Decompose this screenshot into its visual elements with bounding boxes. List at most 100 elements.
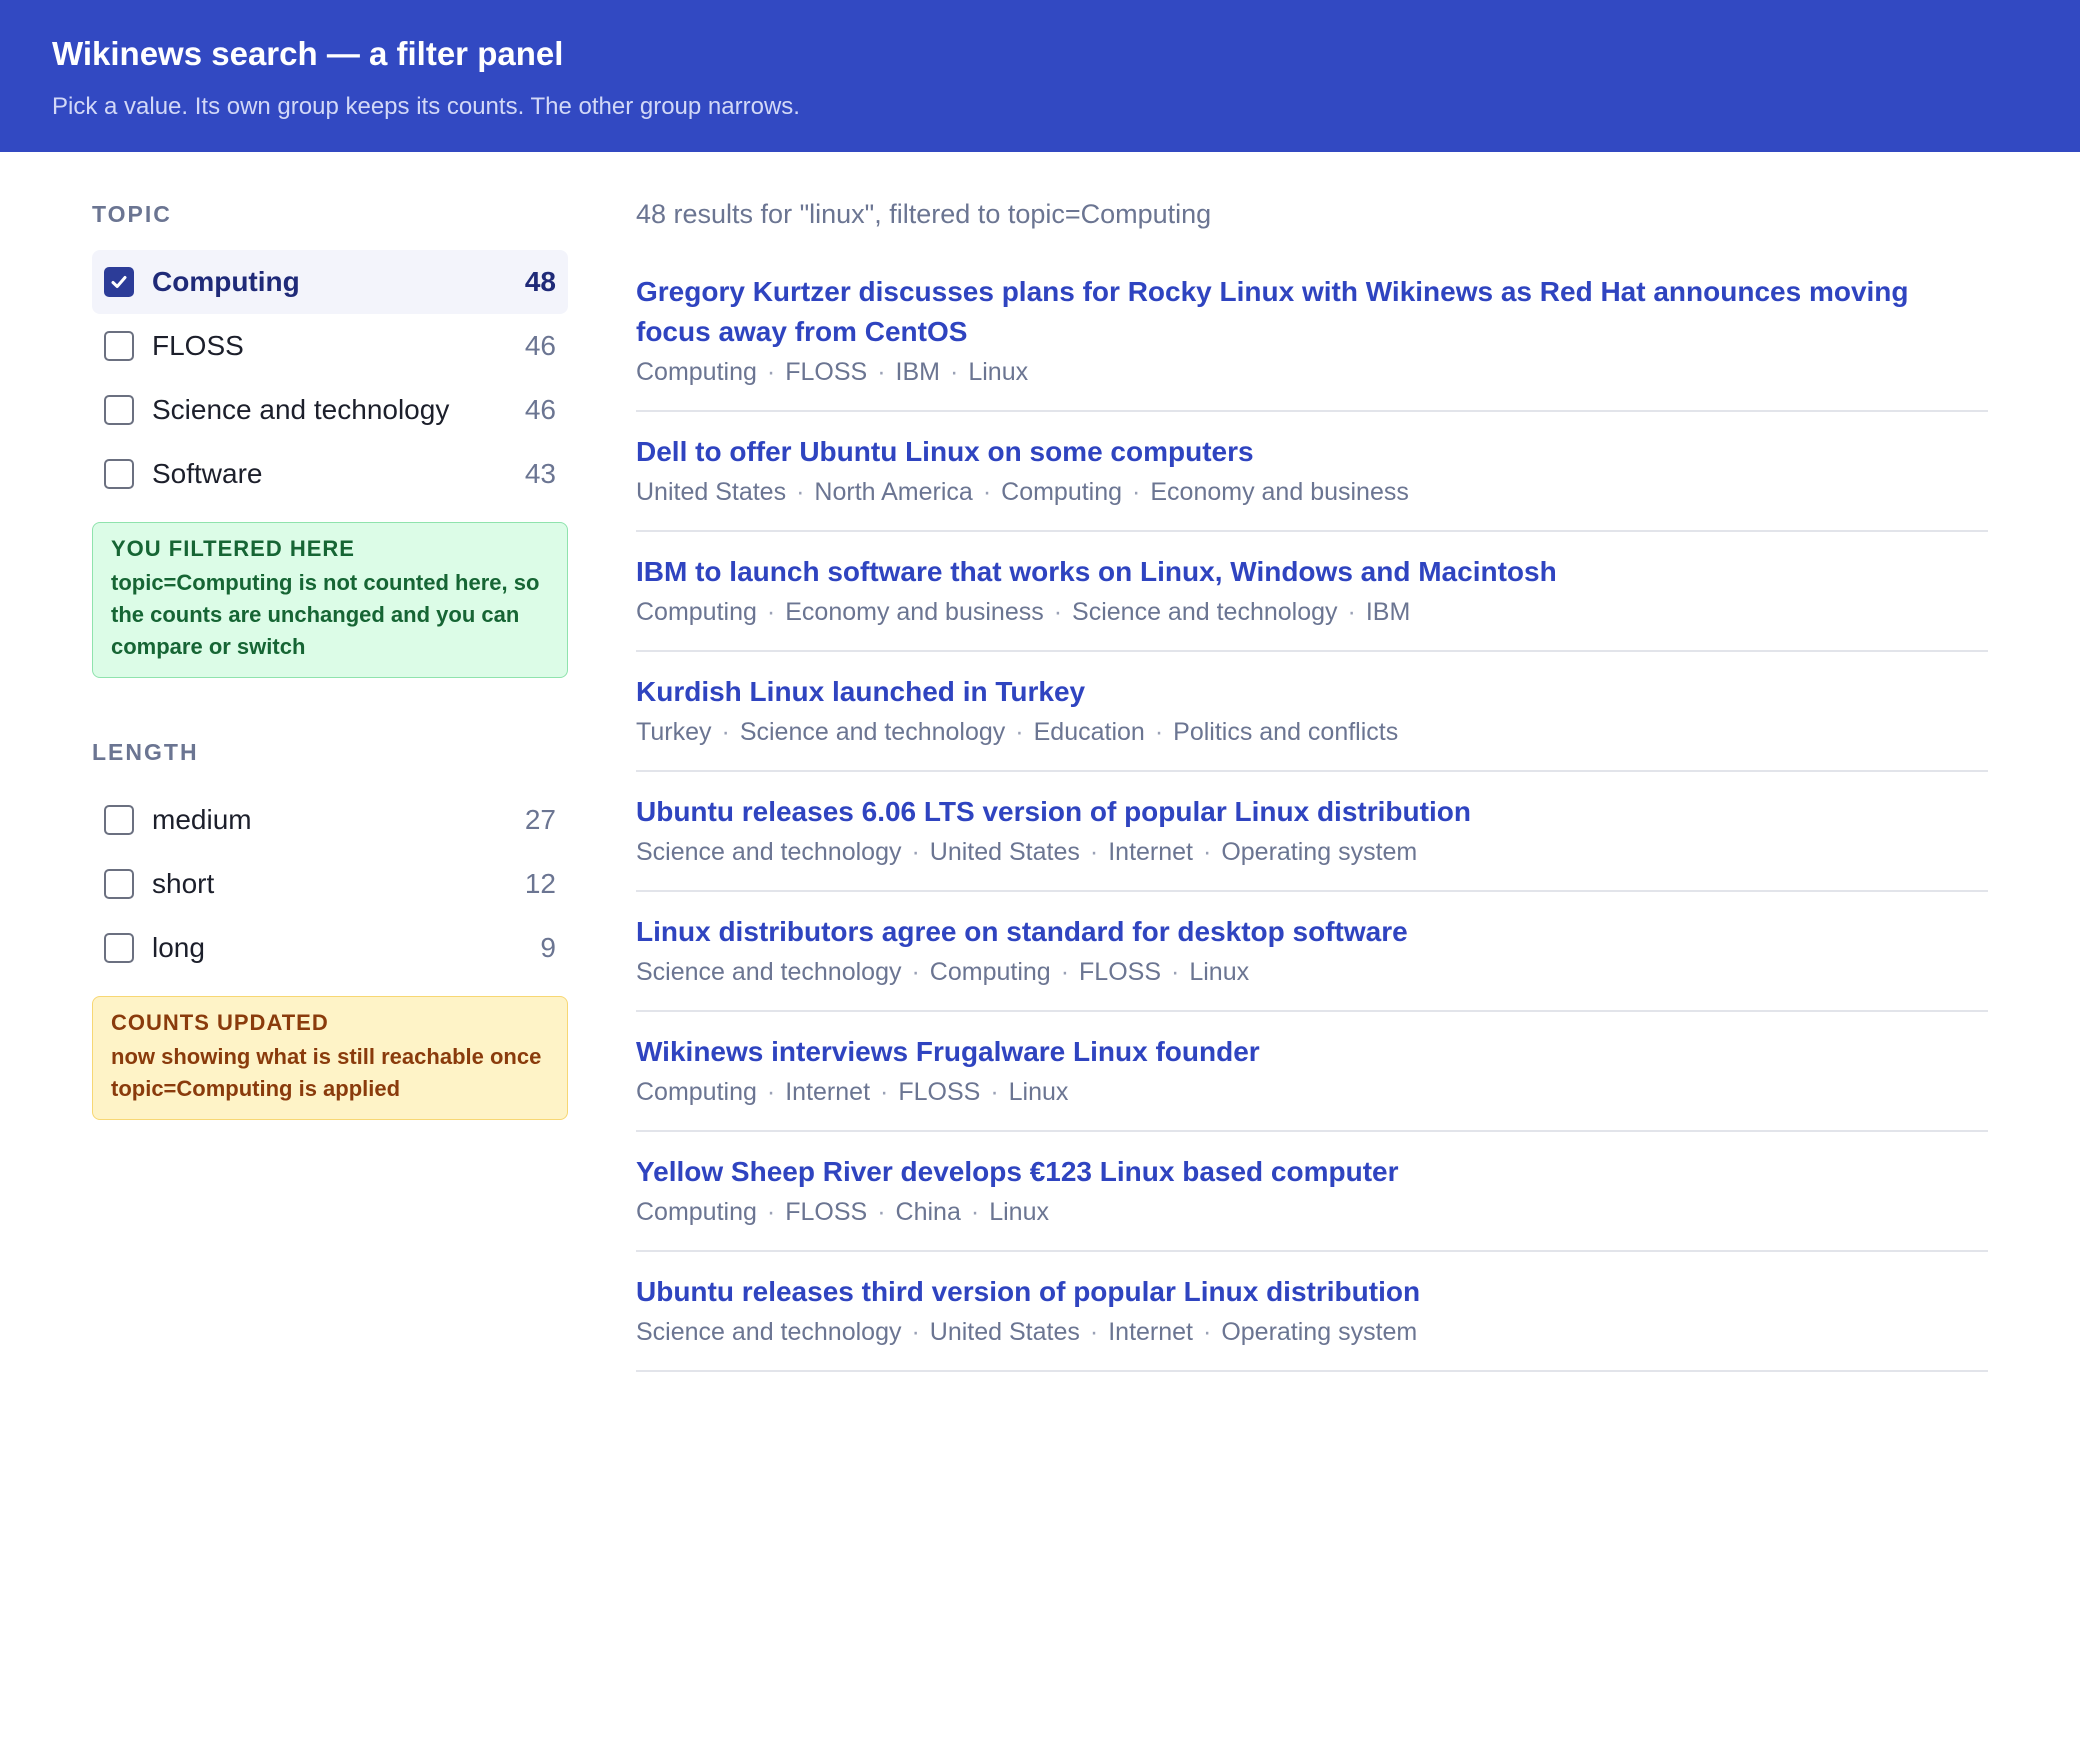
- tag-separator: ·: [911, 1318, 920, 1346]
- facet-count: 43: [524, 458, 556, 489]
- result-item: IBM to launch software that works on Lin…: [636, 552, 1988, 652]
- note-body: now showing what is still reachable once…: [111, 1044, 542, 1101]
- checkbox[interactable]: [104, 805, 134, 835]
- facet-option-computing[interactable]: Computing 48: [92, 250, 568, 314]
- facet-count: 48: [524, 266, 556, 297]
- result-tags: Science and technology · United States · Int…: [636, 834, 1988, 870]
- checkbox[interactable]: [104, 933, 134, 963]
- facet-count: 46: [524, 394, 556, 425]
- result-tag: North America: [814, 478, 973, 506]
- facet-option-long[interactable]: long 9: [92, 916, 568, 980]
- facet-option-medium[interactable]: medium 27: [92, 788, 568, 852]
- facet-count: 46: [524, 330, 556, 361]
- result-item: Gregory Kurtzer discusses plans for Rock…: [636, 272, 1988, 412]
- tag-separator: ·: [990, 1078, 999, 1106]
- result-tag: United States: [929, 1318, 1080, 1346]
- result-tag: Science and technology: [739, 718, 1006, 746]
- result-tag: Computing: [636, 1078, 757, 1106]
- result-summary: 48 results for "linux", filtered to topi…: [636, 199, 1212, 229]
- tag-separator: ·: [877, 1198, 886, 1226]
- tag-separator: ·: [1171, 958, 1180, 986]
- result-tag: FLOSS: [1079, 958, 1162, 986]
- tag-separator: ·: [1154, 718, 1164, 746]
- result-tags: Computing · FLOSS · China · Linux: [636, 1194, 1988, 1230]
- result-tags: Computing · FLOSS · IBM · Linux: [636, 354, 1988, 390]
- result-tag: FLOSS: [785, 358, 868, 386]
- result-tag: China: [895, 1198, 961, 1226]
- result-title-link[interactable]: Linux distributors agree on standard for…: [636, 912, 1988, 952]
- result-tag: Computing: [636, 358, 757, 386]
- result-item: Kurdish Linux launched in Turkey Turkey · S…: [636, 672, 1988, 772]
- facet-option-floss[interactable]: FLOSS 46: [92, 314, 568, 378]
- checkbox[interactable]: [104, 459, 134, 489]
- result-title-link[interactable]: Ubuntu releases 6.06 LTS version of popu…: [636, 792, 1988, 832]
- result-tag: Linux: [968, 358, 1029, 386]
- result-tags: Turkey · Science and technology · Education ·…: [636, 714, 1988, 750]
- result-item: Yellow Sheep River develops €123 Linux b…: [636, 1152, 1988, 1252]
- result-tag: IBM: [1365, 598, 1411, 626]
- tag-separator: ·: [911, 838, 920, 866]
- tag-separator: ·: [766, 1078, 776, 1106]
- tag-separator: ·: [1053, 598, 1063, 626]
- facet-option-software[interactable]: Software 43: [92, 442, 568, 506]
- facet-label: Science and technology: [152, 394, 450, 425]
- result-tag: Science and technology: [1072, 598, 1338, 626]
- note-title: COUNTS UPDATED: [111, 1010, 329, 1035]
- note-body: topic=Computing is not counted here, so …: [111, 570, 540, 659]
- result-title-link[interactable]: Ubuntu releases third version of popular…: [636, 1272, 1988, 1312]
- result-tags: Science and technology · United States · Int…: [636, 1314, 1988, 1350]
- result-tags: Computing · Economy and business · Science a…: [636, 594, 1988, 630]
- checkbox[interactable]: [104, 331, 134, 361]
- facet-label: short: [152, 868, 215, 899]
- note-title: YOU FILTERED HERE: [111, 536, 355, 561]
- facet-list-topic: Computing 48 FLOSS 46 Science and technology…: [92, 250, 568, 506]
- facet-label: long: [152, 932, 205, 963]
- result-title-link[interactable]: Dell to offer Ubuntu Linux on some compu…: [636, 432, 1988, 472]
- checkbox-checked[interactable]: [104, 267, 134, 297]
- result-item: Dell to offer Ubuntu Linux on some compu…: [636, 432, 1988, 532]
- checkmark-icon: [111, 276, 127, 288]
- result-item: Linux distributors agree on standard for…: [636, 912, 1988, 1012]
- facet-group-title-topic: TOPIC: [92, 201, 172, 227]
- result-tag: Economy and business: [1150, 478, 1409, 506]
- result-title-link[interactable]: Kurdish Linux launched in Turkey: [636, 672, 1988, 712]
- counts-updated-note: COUNTS UPDATED now showing what is still…: [92, 996, 568, 1120]
- facet-option-science-and-technology[interactable]: Science and technology 46: [92, 378, 568, 442]
- result-tag: United States: [929, 838, 1080, 866]
- result-tag: FLOSS: [898, 1078, 981, 1106]
- result-item: Ubuntu releases 6.06 LTS version of popu…: [636, 792, 1988, 892]
- result-tag: Internet: [1108, 1318, 1193, 1346]
- tag-separator: ·: [766, 1198, 776, 1226]
- facet-label: Software: [152, 458, 263, 489]
- result-tag: Computing: [1001, 478, 1123, 506]
- result-tag: Science and technology: [636, 838, 902, 866]
- tag-separator: ·: [721, 718, 730, 746]
- result-list: Gregory Kurtzer discusses plans for Rock…: [636, 272, 1988, 1372]
- tag-separator: ·: [1089, 838, 1099, 866]
- tag-separator: ·: [1203, 1318, 1212, 1346]
- result-item: Ubuntu releases third version of popular…: [636, 1272, 1988, 1372]
- checkbox[interactable]: [104, 395, 134, 425]
- result-title-link[interactable]: Yellow Sheep River develops €123 Linux b…: [636, 1152, 1988, 1192]
- result-title-link[interactable]: Gregory Kurtzer discusses plans for Rock…: [636, 272, 1988, 352]
- result-tag: Internet: [1108, 838, 1193, 866]
- result-title-link[interactable]: Wikinews interviews Frugalware Linux fou…: [636, 1032, 1988, 1072]
- result-tags: Science and technology · Computing · FLOSS · L…: [636, 954, 1988, 990]
- tag-separator: ·: [970, 1198, 980, 1226]
- result-tag: Politics and conflicts: [1173, 718, 1399, 746]
- facet-label: medium: [152, 804, 252, 835]
- result-tag: Internet: [785, 1078, 871, 1106]
- result-item: Wikinews interviews Frugalware Linux fou…: [636, 1032, 1988, 1132]
- facet-option-short[interactable]: short 12: [92, 852, 568, 916]
- result-tag: Science and technology: [636, 958, 902, 986]
- result-tags: United States · North America · Computing · Ec…: [636, 474, 1988, 510]
- result-tag: Computing: [636, 1198, 757, 1226]
- result-tag: Economy and business: [785, 598, 1044, 626]
- result-tag: IBM: [895, 358, 940, 386]
- result-title-link[interactable]: IBM to launch software that works on Lin…: [636, 552, 1988, 592]
- checkbox[interactable]: [104, 869, 134, 899]
- tag-separator: ·: [766, 598, 776, 626]
- result-tag: Turkey: [636, 718, 712, 746]
- tag-separator: ·: [877, 358, 886, 386]
- page-title: Wikinews search — a filter panel: [52, 35, 564, 72]
